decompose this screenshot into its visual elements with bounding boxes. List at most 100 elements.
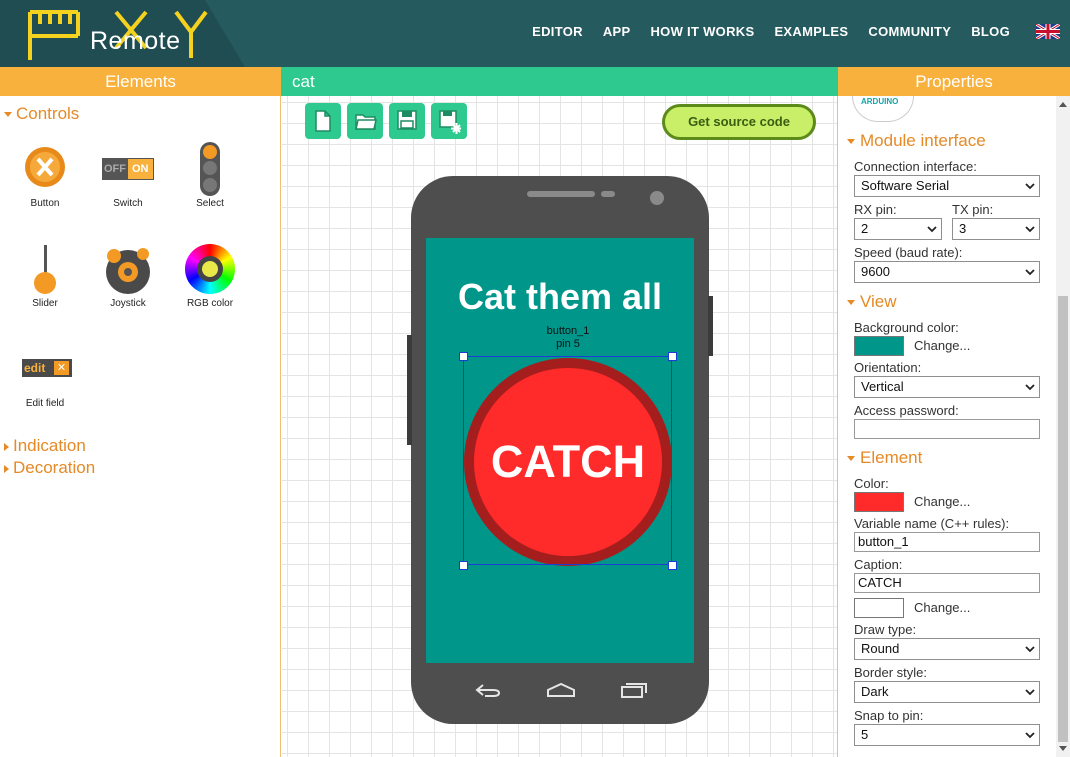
caption-color-swatch[interactable]	[854, 598, 904, 618]
category-indication[interactable]: Indication	[4, 436, 86, 456]
caption-input[interactable]: CATCH	[854, 573, 1040, 593]
save-as-icon	[439, 110, 461, 134]
new-project-button[interactable]	[305, 103, 341, 139]
tx-pin-label: TX pin:	[952, 202, 994, 217]
scroll-up-arrow-icon[interactable]	[1059, 102, 1067, 107]
expanded-arrow-icon	[847, 456, 855, 462]
section-title: View	[860, 292, 897, 311]
joystick-icon	[93, 240, 163, 298]
back-nav-icon	[475, 684, 501, 697]
resize-handle-top-right[interactable]	[668, 352, 677, 361]
orientation-label: Orientation:	[854, 360, 922, 375]
select-value: 9600	[861, 264, 890, 279]
category-decoration[interactable]: Decoration	[4, 458, 95, 478]
variable-name-input[interactable]: button_1	[854, 532, 1040, 552]
properties-panel-title: Properties	[838, 67, 1070, 96]
baud-rate-select[interactable]: 9600	[854, 261, 1040, 283]
nav-editor[interactable]: EDITOR	[532, 24, 583, 39]
save-as-button[interactable]	[431, 103, 467, 139]
section-title: Module interface	[860, 131, 986, 150]
snap-to-pin-select[interactable]: 5	[854, 724, 1040, 746]
caption-label: Caption:	[854, 557, 903, 572]
nav-app[interactable]: APP	[603, 24, 631, 39]
tool-switch[interactable]: OFF ON Switch	[93, 140, 163, 209]
tool-slider[interactable]: Slider	[10, 240, 80, 309]
tool-label: RGB color	[186, 298, 234, 309]
section-module-interface[interactable]: Module interface	[847, 131, 986, 151]
select-value: 2	[861, 221, 869, 236]
connection-interface-select[interactable]: Software Serial	[854, 175, 1040, 197]
draw-type-label: Draw type:	[854, 622, 917, 637]
home-nav-icon	[547, 682, 575, 697]
open-project-button[interactable]	[347, 103, 383, 139]
tool-label: Joystick	[110, 298, 146, 309]
top-bar: Remote EDITOR APP HOW IT WORKS EXAMPLES …	[0, 0, 1070, 67]
save-project-button[interactable]	[389, 103, 425, 139]
chevron-down-icon	[1025, 183, 1035, 190]
select-value: 5	[861, 727, 869, 742]
rx-pin-select[interactable]: 2	[854, 218, 942, 240]
project-name[interactable]: cat	[281, 67, 838, 96]
selected-element-pin: pin 5	[556, 338, 580, 350]
phone-camera-icon	[650, 191, 664, 205]
tool-label: Button	[30, 198, 60, 209]
resize-handle-bottom-right[interactable]	[668, 561, 677, 570]
resize-handle-top-left[interactable]	[459, 352, 468, 361]
background-color-swatch[interactable]	[854, 336, 904, 356]
rx-pin-label: RX pin:	[854, 202, 897, 217]
element-color-swatch[interactable]	[854, 492, 904, 512]
category-label: Decoration	[13, 458, 96, 477]
section-element[interactable]: Element	[847, 448, 922, 468]
tool-label: Switch	[113, 198, 143, 209]
resize-handle-bottom-left[interactable]	[459, 561, 468, 570]
select-value: Round	[861, 641, 900, 656]
button-icon	[10, 140, 80, 198]
tool-joystick[interactable]: Joystick	[93, 240, 163, 309]
expanded-arrow-icon	[4, 112, 12, 118]
chevron-down-icon	[1025, 226, 1035, 233]
caption-color-change-link[interactable]: Change...	[914, 600, 970, 615]
section-title: Element	[860, 448, 923, 467]
chevron-down-icon	[1025, 646, 1035, 653]
select-value: Vertical	[861, 379, 904, 394]
scroll-down-arrow-icon[interactable]	[1059, 746, 1067, 751]
category-controls[interactable]: Controls	[4, 104, 79, 124]
tool-edit-field[interactable]: edit ✕ Edit field	[10, 340, 80, 409]
nav-blog[interactable]: BLOG	[971, 24, 1010, 39]
rgb-color-icon	[175, 240, 245, 298]
get-source-code-button[interactable]: Get source code	[662, 104, 816, 140]
tool-select[interactable]: Select	[175, 140, 245, 209]
switch-icon: OFF ON	[93, 140, 163, 198]
nav-examples[interactable]: EXAMPLES	[774, 24, 848, 39]
tool-button[interactable]: Button	[10, 140, 80, 209]
chevron-down-icon	[1025, 269, 1035, 276]
draw-type-select[interactable]: Round	[854, 638, 1040, 660]
edit-text: edit	[24, 361, 46, 375]
access-password-input[interactable]	[854, 419, 1040, 439]
category-label: Controls	[16, 104, 80, 123]
phone-power-button	[708, 296, 713, 356]
screen-title[interactable]: Cat them all	[426, 276, 694, 318]
section-view[interactable]: View	[847, 292, 897, 312]
recent-apps-nav-icon	[621, 683, 647, 698]
expanded-arrow-icon	[847, 139, 855, 145]
tool-label: Edit field	[25, 398, 65, 409]
selection-box[interactable]	[463, 356, 672, 565]
connection-interface-label: Connection interface:	[854, 159, 977, 174]
baud-rate-label: Speed (baud rate):	[854, 245, 963, 260]
border-style-select[interactable]: Dark	[854, 681, 1040, 703]
uk-flag-icon[interactable]	[1036, 24, 1060, 39]
background-color-change-link[interactable]: Change...	[914, 338, 970, 353]
access-password-label: Access password:	[854, 403, 959, 418]
orientation-select[interactable]: Vertical	[854, 376, 1040, 398]
nav-how-it-works[interactable]: HOW IT WORKS	[650, 24, 754, 39]
tx-pin-select[interactable]: 3	[952, 218, 1040, 240]
elements-panel: Controls Button OFF ON Switch Select Sli…	[0, 96, 281, 757]
chevron-down-icon	[1025, 732, 1035, 739]
arduino-logo-text: ARDUINO	[861, 97, 899, 106]
scrollbar-thumb[interactable]	[1058, 296, 1068, 742]
tool-rgb-color[interactable]: RGB color	[175, 240, 245, 309]
element-color-change-link[interactable]: Change...	[914, 494, 970, 509]
collapsed-arrow-icon	[4, 464, 9, 473]
nav-community[interactable]: COMMUNITY	[868, 24, 951, 39]
